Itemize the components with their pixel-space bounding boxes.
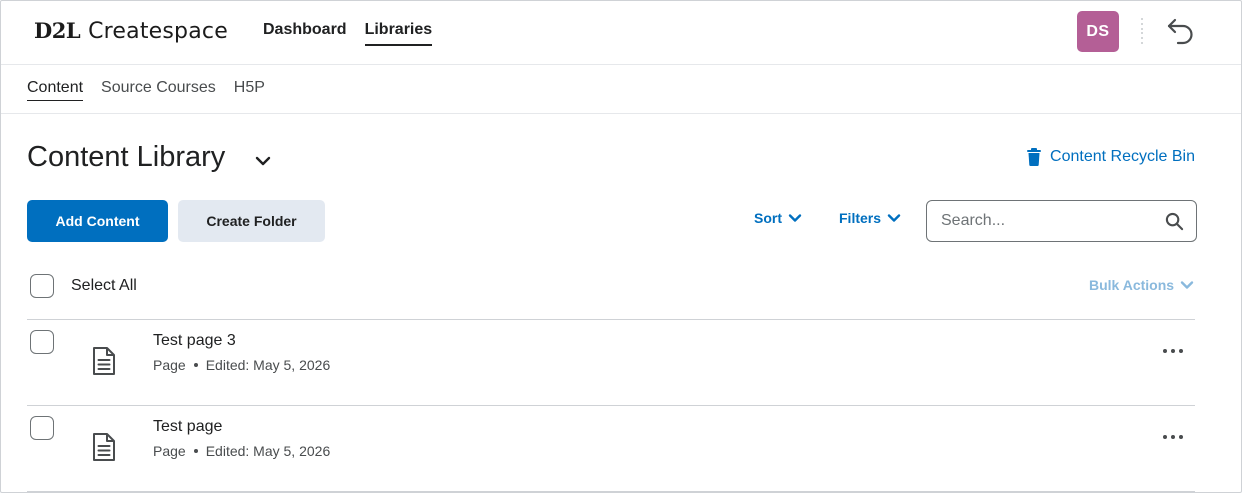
- document-icon: [93, 433, 115, 461]
- chevron-down-icon: [1180, 281, 1194, 289]
- select-all-label: Select All: [71, 277, 137, 294]
- bulk-actions-label: Bulk Actions: [1089, 277, 1175, 293]
- chevron-down-icon: [788, 214, 802, 222]
- item-type: Page: [153, 443, 186, 459]
- separator-dot: [193, 363, 198, 367]
- sort-dropdown[interactable]: Sort: [754, 210, 802, 226]
- page-title: Content Library: [27, 141, 226, 173]
- sort-label: Sort: [754, 210, 782, 226]
- trash-icon: [1027, 148, 1042, 166]
- filters-label: Filters: [839, 210, 882, 226]
- nav-libraries[interactable]: Libraries: [364, 21, 433, 46]
- search-input[interactable]: [927, 201, 1157, 241]
- more-options-icon[interactable]: [1161, 432, 1185, 442]
- bulk-actions-dropdown[interactable]: Bulk Actions: [1089, 277, 1194, 293]
- undo-arrow-icon[interactable]: [1165, 16, 1197, 48]
- item-title[interactable]: Test page: [153, 418, 222, 436]
- item-checkbox[interactable]: [30, 416, 54, 440]
- search-icon[interactable]: [1165, 212, 1184, 231]
- add-content-button[interactable]: Add Content: [27, 200, 168, 242]
- filters-dropdown[interactable]: Filters: [839, 210, 901, 226]
- separator-dot: [193, 449, 198, 453]
- tab-h5p[interactable]: H5P: [234, 79, 265, 101]
- logo-product: Createspace: [88, 19, 228, 44]
- tab-source-courses[interactable]: Source Courses: [101, 79, 216, 101]
- list-divider: [27, 319, 1195, 320]
- item-type: Page: [153, 357, 186, 373]
- document-icon: [93, 347, 115, 375]
- top-nav: Dashboard Libraries: [263, 21, 433, 46]
- chevron-down-icon: [887, 214, 901, 222]
- more-options-icon[interactable]: [1161, 346, 1185, 356]
- recycle-bin-link[interactable]: Content Recycle Bin: [1026, 148, 1195, 166]
- header-divider: [1141, 18, 1143, 44]
- item-edited: Edited: May 5, 2026: [205, 357, 331, 373]
- avatar[interactable]: DS: [1077, 11, 1119, 52]
- top-header: D2L Createspace Dashboard Libraries DS: [1, 1, 1241, 65]
- sub-nav: Content Source Courses H5P: [1, 65, 1241, 114]
- create-folder-button[interactable]: Create Folder: [178, 200, 325, 242]
- list-divider: [27, 405, 1195, 406]
- search-box: [926, 200, 1197, 242]
- tab-content[interactable]: Content: [27, 79, 84, 101]
- item-checkbox[interactable]: [30, 330, 54, 354]
- item-meta: Page Edited: May 5, 2026: [153, 357, 330, 373]
- item-meta: Page Edited: May 5, 2026: [153, 443, 330, 459]
- chevron-down-icon[interactable]: [253, 151, 273, 171]
- select-all-checkbox[interactable]: [30, 274, 54, 298]
- item-edited: Edited: May 5, 2026: [205, 443, 331, 459]
- nav-dashboard[interactable]: Dashboard: [263, 21, 347, 46]
- logo-brand: D2L: [34, 18, 81, 43]
- recycle-bin-label: Content Recycle Bin: [1050, 148, 1195, 165]
- list-divider: [27, 491, 1195, 492]
- app-window: D2L Createspace Dashboard Libraries DS C…: [0, 0, 1242, 493]
- item-title[interactable]: Test page 3: [153, 332, 236, 350]
- app-logo[interactable]: D2L Createspace: [34, 18, 228, 46]
